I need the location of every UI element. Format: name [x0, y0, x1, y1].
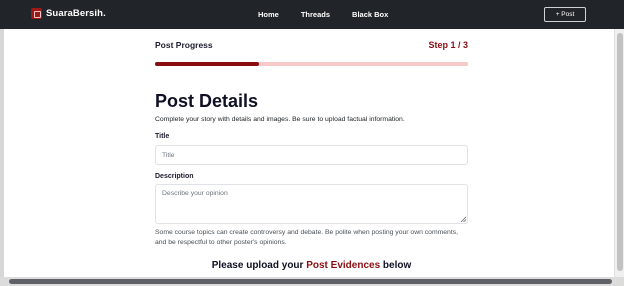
progress-header: Post Progress Step 1 / 3 — [155, 40, 468, 52]
progress-bar-fill — [155, 62, 260, 66]
new-post-button[interactable]: + Post — [544, 7, 586, 22]
helper-text: Some course topics can create controvers… — [155, 229, 459, 246]
top-navbar: SuaraBersih. Home Threads Black Box + Po… — [0, 0, 624, 29]
page-title: Post Details — [155, 91, 259, 111]
title-input[interactable] — [155, 145, 468, 165]
upload-highlight: Post Evidences — [306, 260, 381, 271]
upload-suffix: below — [382, 260, 412, 271]
left-edge — [0, 29, 4, 278]
brand-logo-icon — [31, 8, 42, 19]
nav-link-home[interactable]: Home — [258, 10, 279, 19]
brand[interactable]: SuaraBersih. — [31, 8, 106, 19]
horizontal-scrollbar[interactable] — [0, 277, 624, 286]
description-label: Description — [155, 173, 194, 180]
resize-handle-icon[interactable] — [460, 216, 466, 222]
vertical-scrollbar-thumb[interactable] — [617, 33, 623, 271]
title-label: Title — [155, 133, 170, 140]
progress-bar — [155, 62, 468, 66]
nav-link-threads[interactable]: Threads — [301, 10, 330, 19]
vertical-scrollbar[interactable] — [614, 29, 624, 278]
progress-title: Post Progress — [155, 40, 213, 50]
description-textarea[interactable] — [155, 184, 468, 224]
upload-instruction: Please upload your Post Evidences below — [155, 260, 468, 271]
horizontal-scrollbar-thumb[interactable] — [9, 279, 612, 284]
upload-prefix: Please upload your — [211, 260, 304, 271]
brand-name: SuaraBersih. — [46, 8, 106, 19]
nav-link-black-box[interactable]: Black Box — [352, 10, 388, 19]
page-subtitle: Complete your story with details and ima… — [155, 116, 405, 123]
nav-links: Home Threads Black Box — [258, 10, 410, 19]
progress-step: Step 1 / 3 — [428, 40, 468, 50]
